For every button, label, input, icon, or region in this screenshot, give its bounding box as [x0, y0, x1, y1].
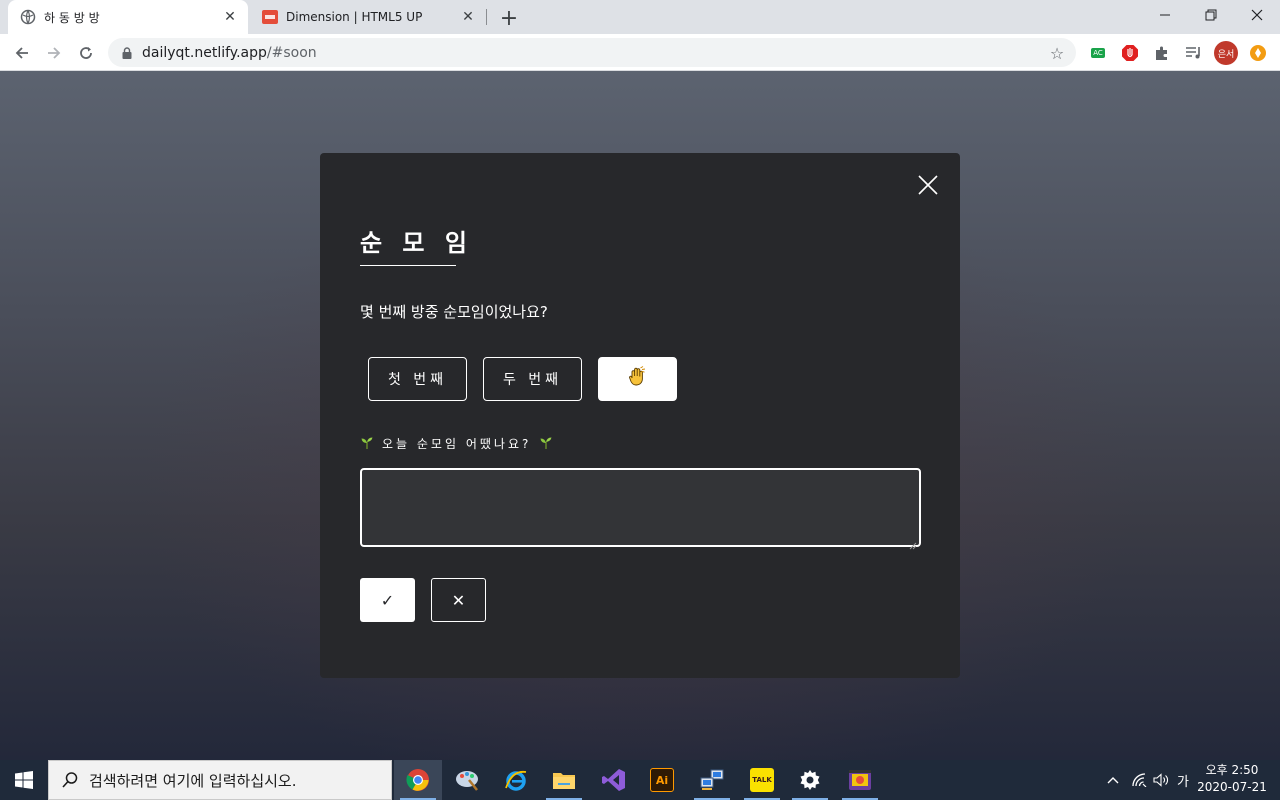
- show-hidden-icons-button[interactable]: [1102, 760, 1124, 800]
- tab-close-icon[interactable]: ✕: [458, 7, 478, 27]
- adblock-extension-icon[interactable]: [1120, 43, 1140, 63]
- feedback-label: 오늘 순모임 어땠나요?: [382, 436, 532, 451]
- illustrator-label: Ai: [655, 773, 669, 787]
- start-button[interactable]: [0, 760, 48, 800]
- taskbar-kakaotalk[interactable]: TALK: [738, 760, 786, 800]
- back-button[interactable]: [8, 39, 36, 67]
- tab-title: Dimension | HTML5 UP: [286, 10, 423, 24]
- seedling-icon: [539, 436, 553, 450]
- second-session-button[interactable]: 두 번째: [483, 357, 582, 401]
- wifi-icon[interactable]: [1128, 760, 1150, 800]
- sunmoim-modal: 순 모 임 몇 번째 방중 순모임이었나요? 첫 번째 두 번째 오늘 순모임 …: [320, 153, 960, 678]
- network-computer-icon: [700, 769, 724, 790]
- kakaotalk-label: TALK: [752, 776, 772, 784]
- address-bar[interactable]: dailyqt.netlify.app/#soon ☆: [108, 38, 1076, 67]
- media-control-icon[interactable]: [1184, 43, 1204, 63]
- url-host: dailyqt.netlify.app: [142, 44, 267, 61]
- taskbar-chrome[interactable]: [394, 760, 442, 800]
- profile-avatar[interactable]: 은서: [1214, 41, 1238, 65]
- taskbar-search-box[interactable]: 검색하려면 여기에 입력하십시오.: [48, 760, 392, 800]
- forward-button[interactable]: [40, 39, 68, 67]
- first-session-button[interactable]: 첫 번째: [368, 357, 467, 401]
- taskbar-file-explorer[interactable]: [540, 760, 588, 800]
- taskbar-paint[interactable]: [444, 760, 492, 800]
- hand-choice-button[interactable]: [598, 357, 677, 401]
- confirm-label: ✓: [380, 590, 395, 610]
- tab-separator: [486, 9, 487, 25]
- taskbar-illustrator[interactable]: Ai: [638, 760, 686, 800]
- internet-explorer-icon: [505, 770, 527, 791]
- clock-date: 2020-07-21: [1197, 780, 1267, 794]
- illustrator-icon: Ai: [650, 768, 674, 792]
- profile-initials: 은서: [1217, 49, 1235, 60]
- seedling-icon: [360, 436, 374, 450]
- windows-taskbar: 검색하려면 여기에 입력하십시오. Ai TALK 가 오후 2:50 2020…: [0, 760, 1280, 800]
- visual-studio-icon: [602, 769, 625, 791]
- kakaotalk-icon: TALK: [750, 768, 774, 792]
- close-window-button[interactable]: [1234, 0, 1280, 30]
- browser-tab-bar: 하 동 방 방 ✕ Dimension | HTML5 UP ✕ +: [0, 0, 1280, 34]
- html5up-favicon-icon: [262, 9, 278, 25]
- restore-button[interactable]: [1188, 0, 1234, 30]
- cancel-label: ✕: [451, 590, 466, 610]
- extension-orange-icon[interactable]: [1248, 43, 1268, 63]
- paint-palette-icon: [456, 771, 478, 791]
- extensions-puzzle-icon[interactable]: [1152, 43, 1172, 63]
- url-path: /#soon: [266, 44, 317, 61]
- film-app-icon: [849, 770, 871, 790]
- tab-close-icon[interactable]: ✕: [220, 7, 240, 27]
- taskbar-media-app[interactable]: [836, 760, 884, 800]
- folder-icon: [553, 773, 575, 789]
- search-icon: [61, 771, 79, 789]
- bookmark-star-icon[interactable]: ☆: [1048, 44, 1066, 63]
- lock-icon: [120, 46, 134, 60]
- windows-logo-icon: [15, 771, 33, 789]
- first-session-label: 첫 번째: [387, 372, 448, 388]
- session-question: 몇 번째 방중 순모임이었나요?: [360, 303, 548, 321]
- clock-time: 오후 2:50: [1205, 763, 1259, 777]
- ime-label: 가: [1177, 774, 1189, 790]
- search-placeholder: 검색하려면 여기에 입력하십시오.: [89, 771, 297, 790]
- new-tab-button[interactable]: +: [496, 5, 522, 31]
- chrome-icon: [406, 769, 429, 791]
- tab-dimension[interactable]: Dimension | HTML5 UP ✕: [250, 0, 486, 34]
- minimize-button[interactable]: [1142, 0, 1188, 30]
- extension-ac-icon[interactable]: AC: [1088, 43, 1108, 63]
- cancel-button[interactable]: ✕: [431, 578, 486, 622]
- taskbar-network-app[interactable]: [688, 760, 736, 800]
- hand-emoji-icon: [627, 366, 649, 392]
- taskbar-internet-explorer[interactable]: [492, 760, 540, 800]
- ext-ac-label: AC: [1091, 48, 1105, 58]
- second-session-label: 두 번째: [502, 372, 563, 388]
- taskbar-visual-studio[interactable]: [590, 760, 638, 800]
- volume-icon[interactable]: [1150, 760, 1172, 800]
- globe-icon: [20, 9, 36, 25]
- reload-button[interactable]: [72, 39, 100, 67]
- feedback-label-row: 오늘 순모임 어땠나요?: [360, 434, 553, 452]
- feedback-textarea[interactable]: [360, 468, 921, 550]
- taskbar-settings[interactable]: [786, 760, 834, 800]
- browser-toolbar: dailyqt.netlify.app/#soon ☆ AC 은서: [0, 34, 1280, 71]
- modal-title: 순 모 임: [360, 229, 473, 257]
- resize-grip-icon[interactable]: [909, 535, 917, 550]
- tab-dailyqt[interactable]: 하 동 방 방 ✕: [8, 0, 248, 34]
- gear-icon: [800, 770, 820, 790]
- tab-title: 하 동 방 방: [44, 10, 100, 25]
- title-underline: [360, 265, 456, 266]
- confirm-button[interactable]: ✓: [360, 578, 415, 622]
- ime-indicator[interactable]: 가: [1172, 760, 1194, 800]
- page-background: 순 모 임 몇 번째 방중 순모임이었나요? 첫 번째 두 번째 오늘 순모임 …: [0, 71, 1280, 760]
- system-clock[interactable]: 오후 2:50 2020-07-21: [1196, 762, 1268, 798]
- url-text: dailyqt.netlify.app/#soon: [142, 45, 317, 61]
- modal-close-icon[interactable]: [916, 173, 940, 197]
